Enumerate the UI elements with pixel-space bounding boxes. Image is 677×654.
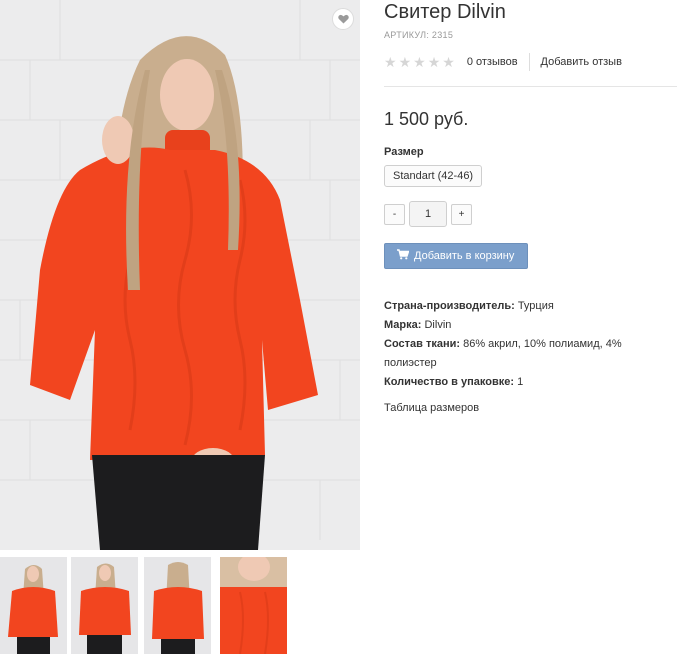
- rating-stars[interactable]: ★ ★ ★ ★ ★: [384, 55, 455, 69]
- wishlist-button[interactable]: [332, 8, 354, 30]
- property-name: Марка:: [384, 319, 422, 331]
- add-to-cart-button[interactable]: Добавить в корзину: [384, 243, 529, 269]
- quantity-stepper: - +: [384, 201, 677, 227]
- size-label: Размер: [384, 146, 424, 158]
- rating-row: ★ ★ ★ ★ ★ 0 отзывов Добавить отзыв: [384, 52, 677, 72]
- property-row: Марка: Dilvin: [384, 316, 677, 335]
- add-review-link[interactable]: Добавить отзыв: [541, 56, 622, 68]
- heart-icon: [337, 14, 349, 24]
- reviews-count-link[interactable]: 0 отзывов: [467, 53, 530, 71]
- star-icon[interactable]: ★: [428, 55, 441, 69]
- product-title: Свитер Dilvin: [384, 1, 506, 23]
- star-icon[interactable]: ★: [384, 55, 397, 69]
- size-table-link[interactable]: Таблица размеров: [384, 402, 677, 414]
- star-icon[interactable]: ★: [413, 55, 426, 69]
- thumbnail-4[interactable]: [220, 557, 287, 654]
- thumbnail-2[interactable]: [71, 557, 138, 654]
- star-icon[interactable]: ★: [399, 55, 412, 69]
- star-icon[interactable]: ★: [442, 55, 455, 69]
- qty-minus-button[interactable]: -: [384, 203, 405, 225]
- product-properties: Страна-производитель: Турция Марка: Dilv…: [384, 297, 677, 392]
- qty-plus-button[interactable]: +: [451, 203, 472, 225]
- model-photo: [0, 0, 360, 550]
- product-price: 1 500 руб.: [384, 109, 469, 129]
- product-main-image[interactable]: [0, 0, 360, 550]
- add-to-cart-label: Добавить в корзину: [414, 250, 515, 262]
- divider: [384, 86, 677, 87]
- product-info: Свитер Dilvin АРТИКУЛ: 2315 ★ ★ ★ ★ ★ 0 …: [384, 0, 677, 414]
- property-name: Количество в упаковке:: [384, 376, 514, 388]
- thumbnail-1[interactable]: [0, 557, 67, 654]
- product-sku: АРТИКУЛ: 2315: [384, 30, 454, 40]
- property-row: Состав ткани: 86% акрил, 10% полиамид, 4…: [384, 335, 677, 373]
- size-option-button[interactable]: Standart (42-46): [384, 165, 483, 187]
- property-name: Состав ткани:: [384, 338, 461, 350]
- property-row: Количество в упаковке: 1: [384, 373, 677, 392]
- property-value: Dilvin: [424, 319, 452, 331]
- thumbnail-3[interactable]: [144, 557, 211, 654]
- property-value: Турция: [517, 300, 554, 312]
- quantity-input[interactable]: [409, 201, 447, 227]
- property-value: 1: [517, 376, 524, 388]
- property-row: Страна-производитель: Турция: [384, 297, 677, 316]
- cart-icon: [397, 249, 410, 263]
- property-name: Страна-производитель:: [384, 300, 515, 312]
